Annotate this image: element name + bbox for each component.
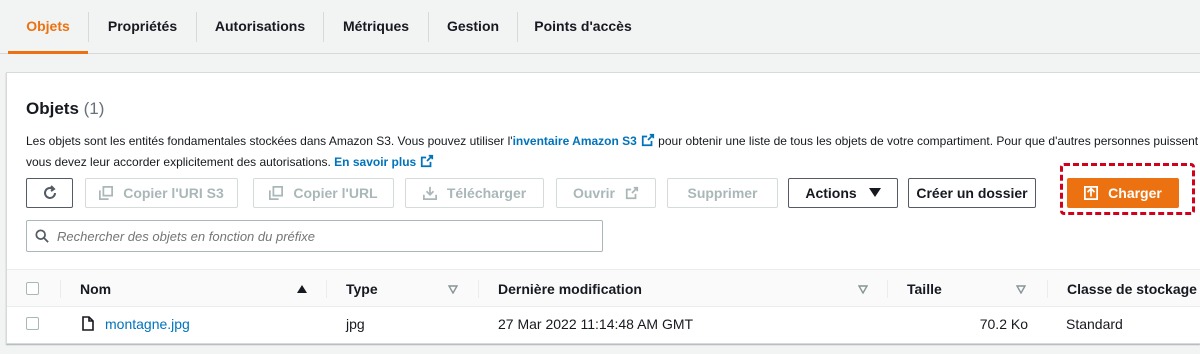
- inventory-link[interactable]: inventaire Amazon S3: [513, 134, 637, 148]
- copy-s3-uri-label: Copier l'URI S3: [123, 185, 224, 201]
- object-name-link[interactable]: montagne.jpg: [105, 316, 190, 332]
- open-label: Ouvrir: [572, 185, 615, 201]
- column-divider: [887, 280, 888, 298]
- column-header-type[interactable]: Type: [346, 270, 378, 308]
- column-divider: [326, 280, 327, 298]
- tab-management[interactable]: Gestion: [429, 0, 517, 53]
- sort-icon[interactable]: [448, 284, 458, 294]
- object-count: (1): [83, 99, 105, 118]
- table-row[interactable]: montagne.jpg jpg 27 Mar 2022 11:14:48 AM…: [7, 307, 1200, 341]
- sort-ascending-icon[interactable]: [297, 284, 307, 294]
- table-header: Nom Type Dernière modification Taille Cl…: [7, 269, 1200, 307]
- search-box: [26, 220, 603, 252]
- description-text: vous devez leur accorder explicitement d…: [26, 155, 331, 169]
- tab-metrics[interactable]: Métriques: [324, 0, 428, 53]
- panel-title: Objets (1): [26, 99, 104, 119]
- object-storage-class-cell: Standard: [1066, 316, 1123, 332]
- search-icon: [35, 229, 49, 243]
- object-type-cell: jpg: [346, 316, 365, 332]
- panel-description: Les objets sont les entités fondamentale…: [26, 131, 1200, 173]
- copy-url-button[interactable]: Copier l'URL: [253, 178, 394, 208]
- actions-dropdown[interactable]: Actions: [788, 178, 898, 208]
- copy-icon: [269, 186, 284, 200]
- column-header-storage-class[interactable]: Classe de stockage: [1067, 270, 1197, 308]
- refresh-icon: [43, 185, 56, 199]
- open-button[interactable]: Ouvrir: [556, 178, 656, 208]
- sort-icon[interactable]: [1016, 284, 1026, 294]
- delete-button[interactable]: Supprimer: [667, 178, 778, 208]
- create-folder-label: Créer un dossier: [916, 185, 1028, 201]
- description-text: Les objets sont les entités fondamentale…: [26, 134, 513, 148]
- object-name-cell: montagne.jpg: [105, 307, 190, 341]
- caret-down-icon: [868, 188, 881, 197]
- select-all-checkbox[interactable]: [26, 282, 39, 295]
- column-header-name[interactable]: Nom: [80, 270, 111, 308]
- external-link-icon: [421, 154, 434, 168]
- column-divider: [478, 280, 479, 298]
- upload-label: Charger: [1108, 185, 1162, 201]
- download-icon: [422, 186, 437, 200]
- external-link-icon: [625, 186, 639, 200]
- learn-more-link[interactable]: En savoir plus: [334, 155, 416, 169]
- column-divider: [60, 280, 61, 298]
- actions-label: Actions: [805, 185, 857, 201]
- search-input[interactable]: [57, 228, 577, 244]
- upload-button[interactable]: Charger: [1067, 178, 1179, 208]
- create-folder-button[interactable]: Créer un dossier: [908, 178, 1036, 208]
- tab-objects[interactable]: Objets: [8, 0, 88, 54]
- download-button[interactable]: Télécharger: [405, 178, 544, 208]
- object-modified-cell: 27 Mar 2022 11:14:48 AM GMT: [498, 316, 694, 332]
- tab-bar: Objets Propriétés Autorisations Métrique…: [0, 0, 1200, 54]
- copy-icon: [99, 186, 114, 200]
- external-link-icon: [641, 133, 654, 147]
- delete-label: Supprimer: [687, 185, 758, 201]
- column-divider: [1047, 280, 1048, 298]
- copy-url-label: Copier l'URL: [293, 185, 378, 201]
- refresh-button[interactable]: [26, 178, 73, 208]
- panel-title-text: Objets: [26, 99, 79, 118]
- row-checkbox[interactable]: [26, 317, 39, 330]
- column-header-size[interactable]: Taille: [907, 270, 942, 308]
- objects-panel: Objets (1) Les objets sont les entités f…: [6, 72, 1200, 344]
- download-label: Télécharger: [446, 185, 527, 201]
- sort-icon[interactable]: [858, 284, 868, 294]
- column-header-last-modified[interactable]: Dernière modification: [498, 270, 642, 308]
- description-text: pour obtenir une liste de tous les objet…: [654, 134, 1199, 148]
- file-icon: [82, 316, 94, 331]
- tab-access-points[interactable]: Points d'accès: [518, 0, 648, 53]
- tab-properties[interactable]: Propriétés: [89, 0, 196, 53]
- copy-s3-uri-button[interactable]: Copier l'URI S3: [85, 178, 238, 208]
- tab-permissions[interactable]: Autorisations: [197, 0, 323, 53]
- object-size-cell: 70.2 Ko: [979, 316, 1028, 332]
- upload-icon: [1084, 186, 1099, 200]
